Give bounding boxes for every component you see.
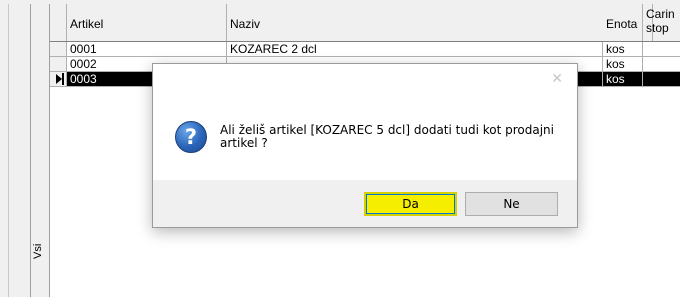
- column-header-artikel[interactable]: Artikel: [67, 4, 227, 41]
- question-icon: ?: [175, 121, 207, 153]
- current-row-indicator: [50, 72, 67, 86]
- cell-carin[interactable]: [643, 42, 680, 56]
- cell-enota[interactable]: kos: [603, 57, 643, 71]
- cell-artikel[interactable]: 0001: [67, 42, 227, 56]
- cell-enota[interactable]: kos: [603, 72, 643, 86]
- left-panel: [0, 4, 31, 297]
- cell-carin[interactable]: [643, 72, 680, 86]
- column-header-enota[interactable]: Enota: [603, 4, 643, 41]
- panel-divider: [8, 4, 9, 297]
- side-tab-vsi[interactable]: Vsi: [31, 4, 50, 297]
- cell-enota[interactable]: kos: [603, 42, 643, 56]
- cell-carin[interactable]: [643, 57, 680, 71]
- column-header-naziv[interactable]: Naziv: [227, 4, 653, 41]
- current-row-bar: [62, 73, 64, 85]
- grid-header: Artikel Naziv Enota Carin stop: [50, 4, 680, 42]
- dialog-message: Ali želiš artikel [KOZAREC 5 dcl] dodati…: [220, 123, 554, 150]
- dialog-button-bar: Da Ne: [153, 180, 577, 227]
- side-tab-label: Vsi: [32, 243, 44, 259]
- confirm-dialog: ✕ ? Ali želiš artikel [KOZAREC 5 dcl] do…: [152, 63, 578, 228]
- cell-naziv[interactable]: KOZAREC 2 dcl: [227, 42, 603, 56]
- close-icon[interactable]: ✕: [551, 70, 563, 87]
- row-indicator: [50, 57, 67, 71]
- yes-button[interactable]: Da: [364, 192, 457, 216]
- no-button[interactable]: Ne: [465, 192, 558, 216]
- row-indicator: [50, 42, 67, 56]
- dialog-message-area: ✕ ? Ali želiš artikel [KOZAREC 5 dcl] do…: [153, 64, 577, 180]
- column-header-carin-stop[interactable]: Carin stop: [643, 4, 680, 41]
- table-row[interactable]: 0001 KOZAREC 2 dcl kos: [50, 42, 680, 57]
- header-indicator-cell: [50, 4, 67, 41]
